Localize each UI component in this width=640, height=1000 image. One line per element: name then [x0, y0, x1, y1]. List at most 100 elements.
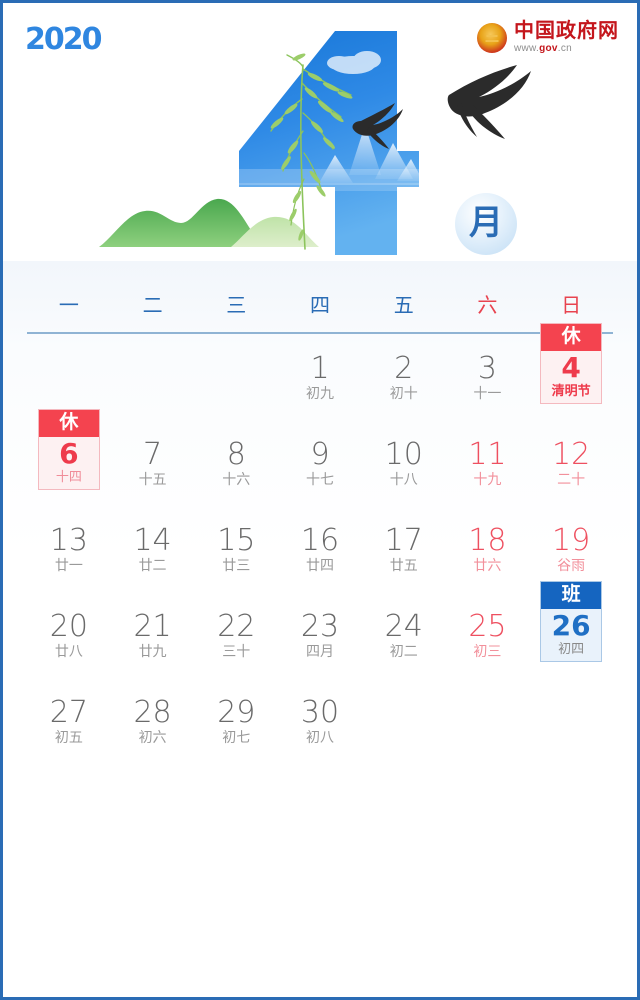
badge-tag-label: 休 — [38, 410, 99, 437]
day-number: 26 — [551, 608, 591, 642]
day-cell-6[interactable]: 休 6 十四 — [27, 409, 111, 506]
lunar-date-label: 廿六 — [473, 557, 502, 574]
day-number: 23 — [300, 608, 340, 644]
lunar-date-label: 十四 — [55, 469, 82, 485]
day-cell-14[interactable]: 14 廿二 — [111, 506, 195, 592]
day-cell-17[interactable]: 17 廿五 — [362, 506, 446, 592]
badge-body: 6 十四 — [39, 437, 99, 489]
day-cell-28[interactable]: 28 初六 — [111, 678, 195, 764]
lunar-date-label: 初七 — [222, 729, 251, 746]
lunar-date-label: 廿三 — [222, 557, 251, 574]
day-number: 6 — [59, 436, 79, 470]
day-cell-25[interactable]: 25 初三 — [446, 592, 530, 678]
day-number: 25 — [468, 608, 507, 644]
lunar-date-label: 四月 — [305, 643, 334, 660]
lunar-date-label: 初二 — [389, 643, 418, 660]
year-logo: 2020 — [25, 22, 102, 57]
day-cell-30[interactable]: 30 初八 — [278, 678, 362, 764]
lunar-date-label: 初九 — [305, 385, 334, 402]
week-row: 27 初五 28 初六 29 初七 30 初八 — [27, 678, 613, 764]
day-cell-18[interactable]: 18 廿六 — [446, 506, 530, 592]
badge-tag-label: 班 — [541, 582, 602, 609]
day-cell-12[interactable]: 12 二十 — [529, 420, 613, 506]
lunar-date-label: 廿四 — [305, 557, 334, 574]
gov-url-mid: gov — [539, 43, 558, 54]
green-hill-icon — [99, 198, 319, 247]
week-row: 13 廿一 14 廿二 15 廿三 16 廿四 17 廿五 18 廿六 19 谷雨 — [27, 506, 613, 592]
day-number: 10 — [384, 436, 423, 472]
lunar-date-label: 十九 — [473, 471, 502, 488]
gov-logo[interactable]: 中国政府网 www.gov.cn — [477, 21, 619, 55]
day-number: 16 — [300, 522, 340, 558]
day-number: 12 — [552, 436, 591, 472]
badge-body: 26 初四 — [541, 609, 601, 661]
day-number: 27 — [49, 694, 88, 730]
day-number: 20 — [49, 608, 88, 644]
day-cell-19[interactable]: 19 谷雨 — [529, 506, 613, 592]
lunar-date-label: 谷雨 — [557, 557, 586, 574]
lunar-date-label: 十六 — [222, 471, 251, 488]
day-cell-2[interactable]: 2 初十 — [362, 334, 446, 420]
lunar-date-label: 廿二 — [138, 557, 167, 574]
day-cell-27[interactable]: 27 初五 — [27, 678, 111, 764]
day-cell-22[interactable]: 22 三十 — [194, 592, 278, 678]
rest-day-badge[interactable]: 休 6 十四 — [37, 409, 100, 490]
day-cell-20[interactable]: 20 廿八 — [27, 592, 111, 678]
day-cell-23[interactable]: 23 四月 — [278, 592, 362, 678]
week-row: 20 廿八 21 廿九 22 三十 23 四月 24 初二 25 初三班 26 初四 — [27, 581, 613, 678]
day-cell-9[interactable]: 9 十七 — [278, 420, 362, 506]
day-cell-24[interactable]: 24 初二 — [362, 592, 446, 678]
day-cell-13[interactable]: 13 廿一 — [27, 506, 111, 592]
day-number: 7 — [143, 436, 163, 472]
month-label-badge: 月 — [455, 193, 517, 255]
festival-label: 清明节 — [551, 383, 591, 399]
lunar-date-label: 初五 — [54, 729, 83, 746]
lunar-date-label: 十八 — [389, 471, 418, 488]
day-cell-26[interactable]: 班 26 初四 — [529, 581, 613, 678]
day-number: 21 — [133, 608, 172, 644]
day-number: 4 — [561, 350, 581, 384]
gov-url-prefix: www. — [514, 43, 540, 54]
day-number: 29 — [217, 694, 256, 730]
rest-day-badge[interactable]: 休 4 清明节 — [540, 323, 603, 404]
day-number: 17 — [384, 522, 423, 558]
lunar-date-label: 廿一 — [54, 557, 83, 574]
weekday-header-4: 五 — [393, 293, 414, 317]
day-cell-21[interactable]: 21 廿九 — [111, 592, 195, 678]
lunar-date-label: 十一 — [473, 385, 502, 402]
day-cell-16[interactable]: 16 廿四 — [278, 506, 362, 592]
lunar-date-label: 三十 — [222, 643, 251, 660]
day-number: 1 — [310, 350, 330, 386]
lunar-date-label: 初四 — [558, 641, 585, 657]
weekday-header-2: 三 — [226, 293, 247, 317]
lunar-date-label: 初十 — [389, 385, 418, 402]
lunar-date-label: 初三 — [473, 643, 502, 660]
work-day-badge[interactable]: 班 26 初四 — [540, 581, 603, 662]
day-cell-11[interactable]: 11 十九 — [446, 420, 530, 506]
lunar-date-label: 初六 — [138, 729, 167, 746]
day-cell-7[interactable]: 7 十五 — [111, 420, 195, 506]
weekday-header-3: 四 — [309, 293, 330, 317]
month-label-text: 月 — [469, 203, 503, 243]
lunar-date-label: 廿五 — [389, 557, 418, 574]
day-number: 2 — [394, 350, 414, 386]
day-number: 18 — [468, 522, 507, 558]
day-cell-8[interactable]: 8 十六 — [194, 420, 278, 506]
week-row: 休 6 十四 7 十五 8 十六 9 十七 10 十八 11 十九 12 二十 — [27, 409, 613, 506]
swallow-bird-icon — [447, 65, 531, 139]
day-cell-4[interactable]: 休 4 清明节 — [529, 323, 613, 420]
week-row: 1 初九 2 初十 3 十一休 4 清明节 — [27, 323, 613, 420]
day-cell-1[interactable]: 1 初九 — [278, 334, 362, 420]
calendar-weeks: 1 初九 2 初十 3 十一休 4 清明节休 6 十四 7 十五 8 十六 9 十七 10 十八 11 十九 12 二十 1… — [27, 323, 613, 764]
day-number: 11 — [468, 436, 507, 472]
calendar-page: 2020 中国政府网 www.gov.cn 月 一二三四五六日 1 初九 2 初十 3 十… — [0, 0, 640, 1000]
lunar-date-label: 廿八 — [54, 643, 83, 660]
lunar-date-label: 十七 — [305, 471, 334, 488]
weekday-header-1: 二 — [142, 293, 163, 317]
day-cell-3[interactable]: 3 十一 — [446, 334, 530, 420]
day-number: 3 — [477, 350, 497, 386]
day-cell-29[interactable]: 29 初七 — [194, 678, 278, 764]
badge-tag-label: 休 — [541, 324, 602, 351]
day-cell-15[interactable]: 15 廿三 — [194, 506, 278, 592]
day-cell-10[interactable]: 10 十八 — [362, 420, 446, 506]
